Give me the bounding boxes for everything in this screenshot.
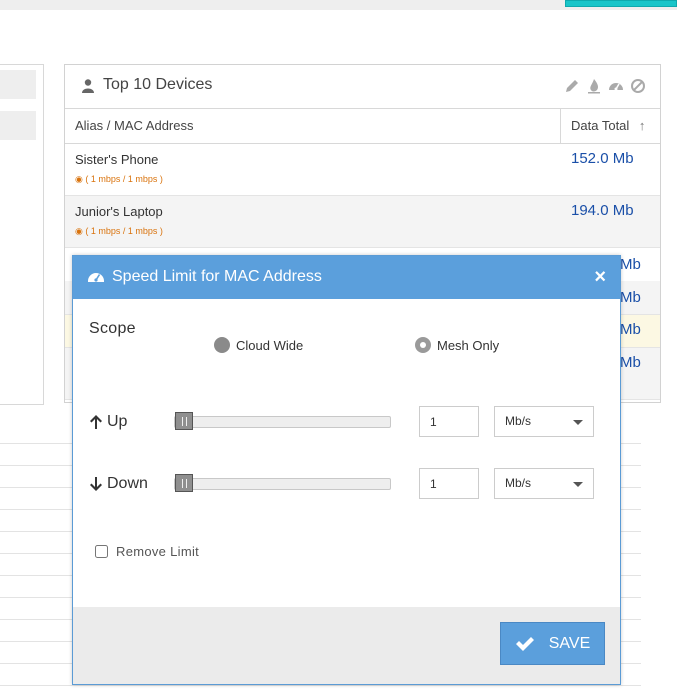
up-value-input[interactable]	[419, 406, 479, 437]
radio-label: Mesh Only	[437, 337, 500, 353]
arrow-up-icon	[90, 415, 102, 429]
gauge-icon	[88, 269, 104, 288]
speed-limit-text: ◉ ( 1 mbps / 1 mbps )	[75, 226, 163, 237]
column-header-total[interactable]: Data Total ↑	[571, 109, 645, 143]
card-tools	[564, 78, 646, 94]
pencil-icon[interactable]	[564, 78, 580, 94]
device-alias: Sister's Phone	[75, 152, 159, 167]
up-slider[interactable]	[174, 412, 391, 430]
down-unit-value: Mb/s	[505, 476, 532, 490]
table-row[interactable]: Junior's Laptop ◉ ( 1 mbps / 1 mbps ) 19…	[65, 196, 660, 248]
radio-selected-icon	[415, 337, 431, 353]
radio-label: Cloud Wide	[236, 337, 304, 353]
column-header-alias[interactable]: Alias / MAC Address	[75, 109, 194, 143]
up-unit-select[interactable]: Mb/s	[494, 406, 594, 437]
data-total-partial: Mb	[620, 354, 641, 371]
remove-limit-option[interactable]: Remove Limit	[95, 544, 199, 559]
gauge-icon: ◉	[75, 174, 83, 184]
modal-header: Speed Limit for MAC Address ×	[73, 256, 620, 299]
up-label: Up	[89, 413, 127, 431]
down-slider[interactable]	[174, 474, 391, 492]
down-label: Down	[89, 475, 148, 493]
remove-limit-label: Remove Limit	[116, 544, 200, 559]
left-panel-row	[0, 70, 36, 99]
data-total: 194.0 Mb	[571, 202, 634, 219]
gauge-icon[interactable]	[608, 78, 624, 94]
data-total-partial: Mb	[620, 321, 641, 338]
speed-limit-modal: Speed Limit for MAC Address × Scope Clou…	[72, 255, 621, 685]
modal-title: Speed Limit for MAC Address	[112, 268, 322, 285]
column-header-total-label: Data Total	[571, 118, 630, 133]
speed-limit-value: ( 1 mbps / 1 mbps )	[85, 226, 163, 236]
speed-limit-text: ◉ ( 1 mbps / 1 mbps )	[75, 174, 163, 185]
data-total-partial: Mb	[620, 289, 641, 306]
gauge-icon: ◉	[75, 226, 83, 236]
remove-limit-checkbox[interactable]	[95, 545, 108, 558]
ban-icon[interactable]	[630, 78, 646, 94]
left-panel-row	[0, 111, 36, 140]
user-icon	[82, 79, 94, 98]
checkmark-icon	[515, 636, 534, 651]
chevron-down-icon	[573, 420, 583, 425]
sort-arrow-icon: ↑	[638, 118, 646, 133]
left-panel	[0, 64, 44, 405]
card-title: Top 10 Devices	[103, 76, 213, 93]
arrow-down-icon	[90, 477, 102, 491]
column-divider	[560, 109, 561, 143]
data-total-partial: Mb	[620, 256, 641, 273]
speed-limit-value: ( 1 mbps / 1 mbps )	[85, 174, 163, 184]
data-total: 152.0 Mb	[571, 150, 634, 167]
radio-unselected-icon	[214, 337, 230, 353]
top-bar-accent-button[interactable]	[565, 0, 677, 7]
fire-icon[interactable]	[586, 78, 602, 94]
chevron-down-icon	[573, 482, 583, 487]
up-slider-handle[interactable]	[175, 412, 193, 430]
down-slider-handle[interactable]	[175, 474, 193, 492]
down-value-input[interactable]	[419, 468, 479, 499]
down-label-text: Down	[107, 475, 148, 492]
table-row[interactable]: Sister's Phone ◉ ( 1 mbps / 1 mbps ) 152…	[65, 144, 660, 196]
close-icon[interactable]: ×	[594, 266, 606, 289]
up-unit-value: Mb/s	[505, 414, 532, 428]
modal-footer: SAVE	[73, 607, 620, 684]
save-label: SAVE	[548, 634, 591, 652]
scope-label: Scope	[89, 320, 136, 337]
radio-cloud-wide[interactable]: Cloud Wide	[214, 337, 303, 353]
up-label-text: Up	[107, 413, 128, 430]
device-alias: Junior's Laptop	[75, 204, 163, 219]
card-header: Top 10 Devices	[65, 65, 660, 109]
down-unit-select[interactable]: Mb/s	[494, 468, 594, 499]
radio-mesh-only[interactable]: Mesh Only	[415, 337, 499, 353]
save-button[interactable]: SAVE	[500, 622, 605, 665]
